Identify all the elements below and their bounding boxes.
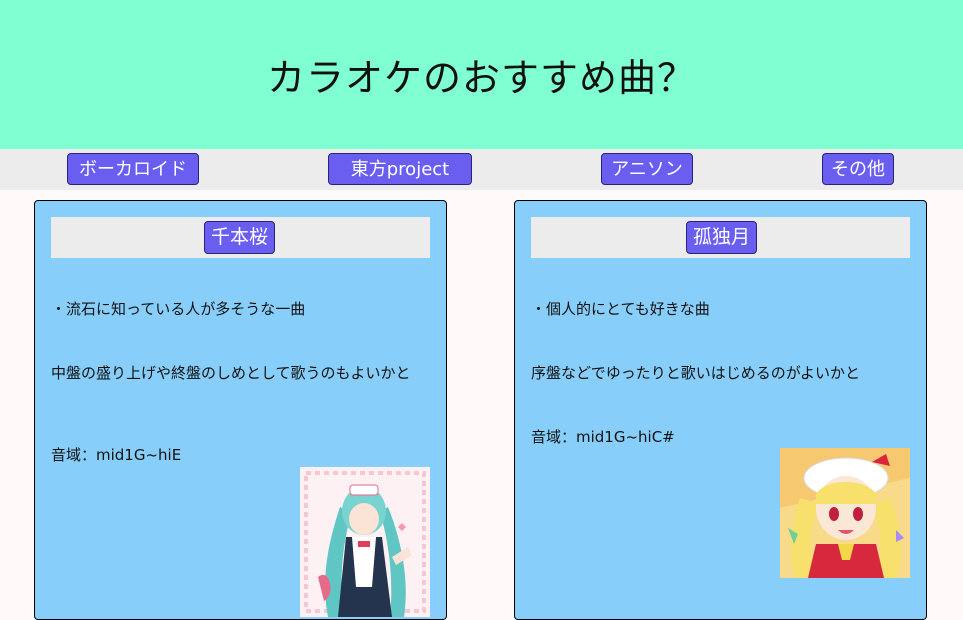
song-range: 音域：mid1G~hiE [51, 446, 182, 464]
song-title-button[interactable]: 千本桜 [204, 221, 276, 254]
flandre-illustration-image [780, 448, 910, 578]
category-nav: ボーカロイド 東方project アニソン その他 [0, 149, 963, 190]
song-title-button[interactable]: 孤独月 [686, 221, 758, 254]
nav-touhou-button[interactable]: 東方project [328, 153, 472, 185]
song-point: ・流石に知っている人が多そうな一曲 [51, 300, 306, 318]
nav-other-button[interactable]: その他 [822, 153, 894, 185]
song-point: ・個人的にとても好きな曲 [531, 300, 710, 318]
song-card-senbonzakura: 千本桜 ・流石に知っている人が多そうな一曲 中盤の盛り上げや終盤のしめとして歌う… [34, 200, 447, 620]
song-comment: 序盤などでゆったりと歌いはじめるのがよいかと [531, 364, 860, 382]
song-card-kodokuzuki: 孤独月 ・個人的にとても好きな曲 序盤などでゆったりと歌いはじめるのがよいかと … [514, 200, 927, 620]
card-header: 千本桜 [51, 217, 430, 258]
card-header: 孤独月 [531, 217, 910, 258]
miku-illustration-image [300, 467, 430, 617]
nav-vocaloid-button[interactable]: ボーカロイド [67, 153, 199, 185]
song-range: 音域：mid1G~hiC# [531, 428, 675, 446]
page-title: カラオケのおすすめ曲？ [266, 56, 696, 100]
song-comment: 中盤の盛り上げや終盤のしめとして歌うのもよいかと [51, 364, 411, 382]
nav-anison-button[interactable]: アニソン [601, 153, 693, 185]
page-header: カラオケのおすすめ曲？ [0, 0, 963, 149]
